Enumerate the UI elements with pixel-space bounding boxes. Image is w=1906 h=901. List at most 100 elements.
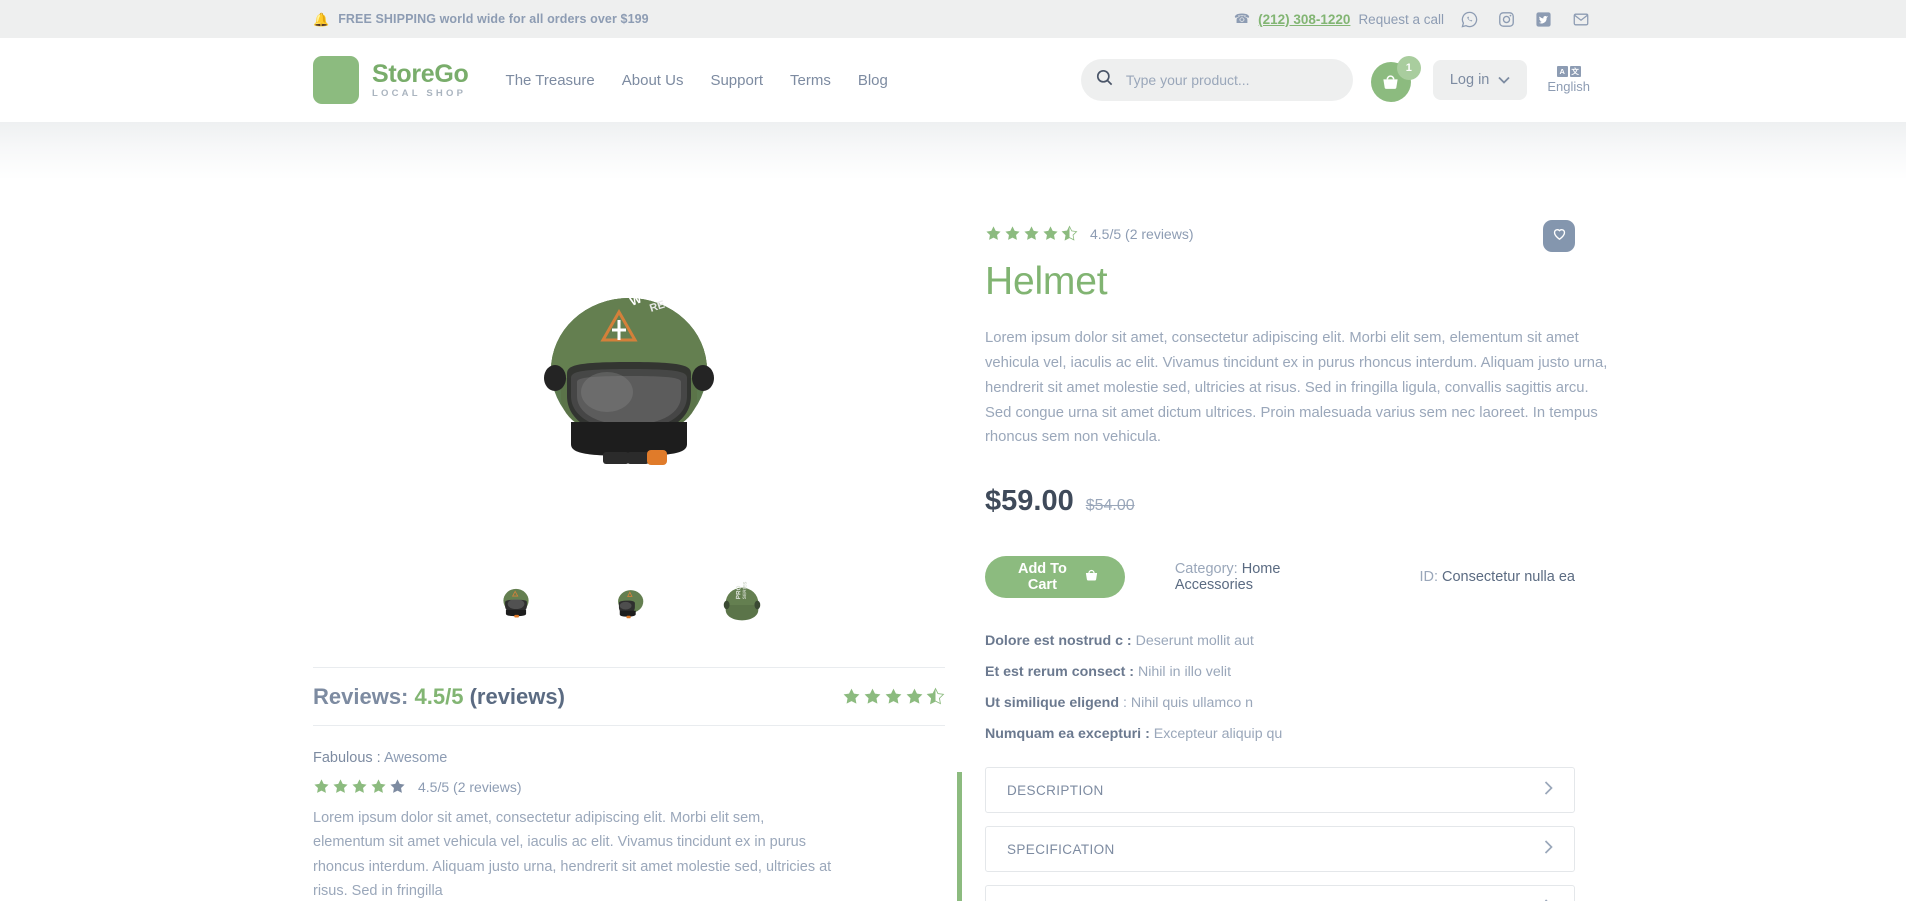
reviews-heading-suffix: (reviews) (469, 683, 565, 709)
phone-number-link[interactable]: (212) 308-1220 (1258, 12, 1350, 27)
attribute-row: Ut similique eligend : Nihil quis ullamc… (985, 695, 1254, 712)
product-rating-stars (985, 225, 1078, 242)
product-main: W RE PRO SERIES Reviews: 4.5/5 (reviews)… (0, 180, 1906, 901)
page-title: Helmet (985, 260, 1108, 303)
svg-text:SERIES: SERIES (742, 582, 749, 600)
search-icon (1095, 68, 1114, 92)
nav-item-the-treasure[interactable]: The Treasure (506, 72, 595, 89)
accordion-third[interactable] (985, 885, 1575, 901)
wishlist-button[interactable] (1543, 220, 1575, 252)
nav-item-blog[interactable]: Blog (858, 72, 888, 89)
product-gallery-column: W RE PRO SERIES Reviews: 4.5/5 (reviews)… (313, 180, 962, 901)
accordion-specification[interactable]: SPECIFICATION (985, 826, 1575, 873)
attribute-value: Nihil in illo velit (1137, 664, 1232, 681)
accordion-label: SPECIFICATION (1007, 841, 1115, 857)
heart-icon (1551, 225, 1568, 247)
site-header: StoreGo LOCAL SHOP The Treasure About Us… (0, 38, 1906, 122)
product-main-image[interactable]: W RE (313, 180, 945, 600)
reviews-heading-score: 4.5/5 (414, 683, 464, 709)
id-value: Consectetur nulla ea (1442, 569, 1575, 586)
search-box[interactable] (1080, 59, 1353, 101)
product-id: ID: Consectetur nulla ea (1419, 569, 1575, 585)
social-links (1461, 11, 1590, 28)
purchase-row: Add To Cart Category: Home Accessories I… (985, 556, 1575, 599)
brand-subtitle: LOCAL SHOP (372, 88, 467, 100)
review-author: Fabulous : (313, 750, 381, 766)
thumbnail-back[interactable]: PRO SERIES (711, 578, 773, 630)
attribute-row: Dolore est nostrud c : Deserunt mollit a… (985, 633, 1254, 650)
attribute-label: Ut similique eligend (985, 695, 1120, 712)
review-author-line: Fabulous : Awesome (313, 750, 945, 766)
current-price: $59.00 (985, 485, 1074, 518)
reviews-heading-prefix: Reviews: (313, 683, 409, 709)
product-page: 🔔 FREE SHIPPING world wide for all order… (0, 0, 1906, 901)
instagram-icon[interactable] (1498, 11, 1515, 28)
chevron-down-icon (1498, 72, 1510, 88)
cart-count-badge: 1 (1396, 56, 1421, 80)
cart-button[interactable]: 1 (1370, 56, 1421, 102)
chevron-right-icon (1544, 840, 1553, 858)
logo-mark-icon (313, 56, 359, 104)
product-description: Lorem ipsum dolor sit amet, consectetur … (985, 330, 1608, 446)
nav-item-terms[interactable]: Terms (790, 72, 831, 89)
nav-item-support[interactable]: Support (710, 72, 763, 89)
review-rating-text: 4.5/5 (2 reviews) (418, 778, 522, 795)
product-rating: 4.5/5 (2 reviews) (985, 180, 1575, 242)
review-stars (313, 778, 406, 795)
login-label: Log in (1449, 72, 1490, 88)
product-attributes: Dolore est nostrud c : Deserunt mollit a… (985, 633, 1575, 742)
review-body: Lorem ipsum dolor sit amet, consectetur … (313, 810, 832, 900)
attribute-label: Et est rerum consect (985, 664, 1126, 681)
language-label: English (1547, 79, 1590, 94)
nav-item-about-us[interactable]: About Us (622, 72, 684, 89)
thumbnail-list: PRO SERIES (313, 578, 945, 630)
review-item: Fabulous : Awesome 4.5/5 (2 reviews) Lor… (313, 726, 962, 901)
thumbnail-front[interactable] (485, 578, 547, 630)
attribute-label: Numquam ea excepturi (985, 726, 1142, 743)
request-a-call-link[interactable]: Request a call (1358, 12, 1444, 27)
announcement-bar: 🔔 FREE SHIPPING world wide for all order… (0, 0, 1906, 38)
helmet-image: W RE (544, 291, 714, 465)
mail-icon[interactable] (1572, 11, 1590, 28)
translate-icon-letter-a: A (1556, 66, 1568, 77)
attribute-row: Numquam ea excepturi : Excepteur aliquip… (985, 726, 1283, 743)
attribute-value: Deserunt mollit aut (1135, 633, 1254, 650)
translate-icon-letter-b: 文 (1569, 66, 1581, 77)
thumbnail-side[interactable] (598, 578, 660, 630)
product-info-column: 4.5/5 (2 reviews) Helmet Lorem ipsum dol… (945, 180, 1607, 901)
product-rating-text: 4.5/5 (2 reviews) (1090, 225, 1194, 242)
accordion-label: DESCRIPTION (1007, 782, 1104, 798)
basket-icon (1084, 568, 1099, 587)
attribute-value: Excepteur aliquip qu (1153, 726, 1283, 743)
id-label: ID: (1419, 569, 1438, 586)
twitter-icon[interactable] (1535, 11, 1552, 28)
logo-link[interactable]: StoreGo LOCAL SHOP (313, 56, 469, 104)
chevron-right-icon (1544, 781, 1553, 799)
accordion-description[interactable]: DESCRIPTION (985, 767, 1575, 814)
review-title: Awesome (383, 750, 448, 766)
main-navigation: The Treasure About Us Support Terms Blog (506, 72, 888, 89)
reviews-header: Reviews: 4.5/5 (reviews) (313, 667, 945, 726)
brand-name: StoreGo (372, 59, 469, 88)
attribute-row: Et est rerum consect : Nihil in illo vel… (985, 664, 1232, 681)
header-shadow-band (0, 122, 1906, 180)
bell-icon: 🔔 (313, 11, 330, 27)
price-block: $59.00 $54.00 (985, 485, 1575, 518)
language-selector[interactable]: A 文 English (1547, 66, 1590, 94)
attribute-label: Dolore est nostrud c (985, 633, 1123, 650)
whatsapp-icon[interactable] (1461, 11, 1478, 28)
svg-text:PRO: PRO (735, 585, 742, 599)
add-to-cart-button[interactable]: Add To Cart (985, 556, 1125, 599)
topbar-contact: ☎ (212) 308-1220 Request a call (1234, 11, 1590, 28)
phone-icon: ☎ (1233, 11, 1251, 26)
login-button[interactable]: Log in (1432, 60, 1528, 100)
search-input[interactable] (1125, 72, 1339, 88)
add-to-cart-label: Add To Cart (1017, 561, 1067, 594)
review-rating-row: 4.5/5 (2 reviews) (313, 778, 945, 795)
old-price: $54.00 (1085, 497, 1135, 515)
attribute-value: Nihil quis ullamco n (1130, 695, 1254, 712)
category-label: Category: (1174, 561, 1238, 578)
product-category: Category: Home Accessories (1175, 561, 1329, 593)
shipping-text: FREE SHIPPING world wide for all orders … (338, 12, 649, 26)
reviews-heading-stars (842, 687, 945, 706)
